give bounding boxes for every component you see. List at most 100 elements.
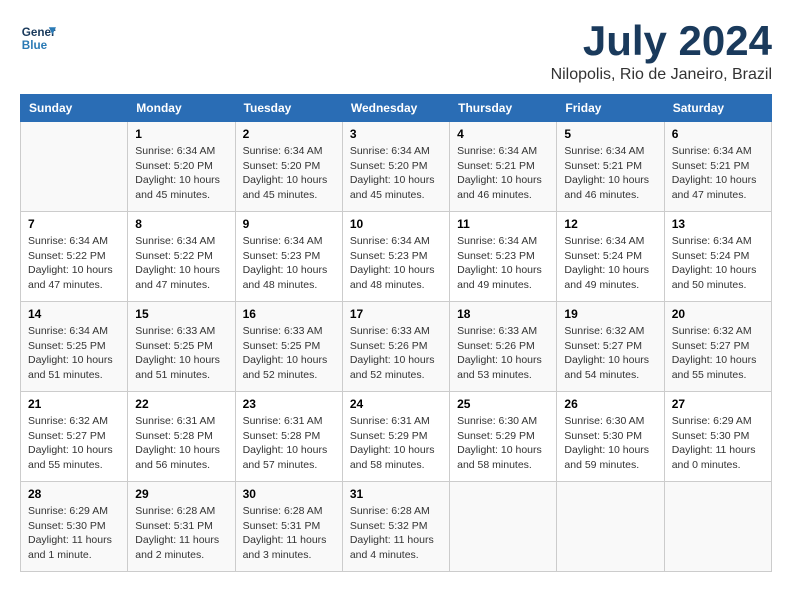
header-row: Sunday Monday Tuesday Wednesday Thursday… bbox=[21, 95, 772, 122]
calendar-cell: 24 Sunrise: 6:31 AMSunset: 5:29 PMDayligh… bbox=[342, 392, 449, 482]
day-number: 21 bbox=[28, 397, 120, 411]
day-info: Sunrise: 6:33 AMSunset: 5:25 PMDaylight:… bbox=[135, 324, 227, 383]
day-number: 24 bbox=[350, 397, 442, 411]
calendar-cell: 18Sunrise: 6:33 AMSunset: 5:26 PMDayligh… bbox=[450, 302, 557, 392]
calendar-cell bbox=[21, 122, 128, 212]
day-info: Sunrise: 6:33 AMSunset: 5:26 PMDaylight:… bbox=[350, 324, 442, 383]
day-number: 4 bbox=[457, 127, 549, 141]
day-number: 18 bbox=[457, 307, 549, 321]
col-friday: Friday bbox=[557, 95, 664, 122]
day-number: 22 bbox=[135, 397, 227, 411]
day-info: Sunrise: 6:31 AMSunset: 5:28 PMDaylight:… bbox=[243, 414, 335, 473]
calendar-week-1: 1 Sunrise: 6:34 AMSunset: 5:20 PMDaylight… bbox=[21, 122, 772, 212]
calendar-cell: 29 Sunrise: 6:28 AMSunset: 5:31 PMDayligh… bbox=[128, 482, 235, 572]
logo-icon: General Blue bbox=[20, 20, 56, 56]
day-info: Sunrise: 6:31 AMSunset: 5:29 PMDaylight:… bbox=[350, 414, 442, 473]
day-info: Sunrise: 6:34 AMSunset: 5:21 PMDaylight:… bbox=[672, 144, 764, 203]
calendar-cell: 13 Sunrise: 6:34 AMSunset: 5:24 PMDayligh… bbox=[664, 212, 771, 302]
calendar-cell: 5 Sunrise: 6:34 AMSunset: 5:21 PMDaylight… bbox=[557, 122, 664, 212]
day-number: 11 bbox=[457, 217, 549, 231]
day-info: Sunrise: 6:34 AMSunset: 5:22 PMDaylight:… bbox=[28, 234, 120, 293]
calendar-cell: 12 Sunrise: 6:34 AMSunset: 5:24 PMDayligh… bbox=[557, 212, 664, 302]
calendar-cell: 26Sunrise: 6:30 AMSunset: 5:30 PMDayligh… bbox=[557, 392, 664, 482]
calendar-cell bbox=[557, 482, 664, 572]
svg-text:Blue: Blue bbox=[22, 39, 48, 52]
page-header: General Blue General Blue July 2024 Nilo… bbox=[20, 20, 772, 84]
day-number: 12 bbox=[564, 217, 656, 231]
day-info: Sunrise: 6:34 AMSunset: 5:20 PMDaylight:… bbox=[350, 144, 442, 203]
day-number: 17 bbox=[350, 307, 442, 321]
calendar-cell: 25Sunrise: 6:30 AMSunset: 5:29 PMDayligh… bbox=[450, 392, 557, 482]
calendar-cell: 1 Sunrise: 6:34 AMSunset: 5:20 PMDaylight… bbox=[128, 122, 235, 212]
logo: General Blue General Blue bbox=[20, 20, 56, 56]
day-info: Sunrise: 6:33 AMSunset: 5:25 PMDaylight:… bbox=[243, 324, 335, 383]
calendar-cell: 30 Sunrise: 6:28 AMSunset: 5:31 PMDayligh… bbox=[235, 482, 342, 572]
location: Nilopolis, Rio de Janeiro, Brazil bbox=[551, 66, 772, 84]
calendar-cell: 9 Sunrise: 6:34 AMSunset: 5:23 PMDaylight… bbox=[235, 212, 342, 302]
day-info: Sunrise: 6:28 AMSunset: 5:31 PMDaylight:… bbox=[135, 504, 227, 563]
calendar-cell bbox=[664, 482, 771, 572]
day-number: 3 bbox=[350, 127, 442, 141]
day-info: Sunrise: 6:31 AMSunset: 5:28 PMDaylight:… bbox=[135, 414, 227, 473]
day-number: 6 bbox=[672, 127, 764, 141]
calendar-cell: 20 Sunrise: 6:32 AMSunset: 5:27 PMDayligh… bbox=[664, 302, 771, 392]
day-info: Sunrise: 6:28 AMSunset: 5:31 PMDaylight:… bbox=[243, 504, 335, 563]
day-number: 7 bbox=[28, 217, 120, 231]
day-number: 2 bbox=[243, 127, 335, 141]
calendar-cell: 7 Sunrise: 6:34 AMSunset: 5:22 PMDaylight… bbox=[21, 212, 128, 302]
day-info: Sunrise: 6:34 AMSunset: 5:24 PMDaylight:… bbox=[672, 234, 764, 293]
day-info: Sunrise: 6:30 AMSunset: 5:29 PMDaylight:… bbox=[457, 414, 549, 473]
day-number: 16 bbox=[243, 307, 335, 321]
calendar-cell: 21 Sunrise: 6:32 AMSunset: 5:27 PMDayligh… bbox=[21, 392, 128, 482]
day-number: 14 bbox=[28, 307, 120, 321]
col-monday: Monday bbox=[128, 95, 235, 122]
month-title: July 2024 bbox=[551, 20, 772, 62]
day-number: 23 bbox=[243, 397, 335, 411]
day-number: 1 bbox=[135, 127, 227, 141]
day-number: 20 bbox=[672, 307, 764, 321]
calendar-cell: 27Sunrise: 6:29 AMSunset: 5:30 PMDayligh… bbox=[664, 392, 771, 482]
day-number: 27 bbox=[672, 397, 764, 411]
calendar-cell: 16 Sunrise: 6:33 AMSunset: 5:25 PMDayligh… bbox=[235, 302, 342, 392]
day-number: 13 bbox=[672, 217, 764, 231]
day-info: Sunrise: 6:34 AMSunset: 5:23 PMDaylight:… bbox=[243, 234, 335, 293]
calendar-week-4: 21 Sunrise: 6:32 AMSunset: 5:27 PMDayligh… bbox=[21, 392, 772, 482]
day-number: 19 bbox=[564, 307, 656, 321]
day-info: Sunrise: 6:32 AMSunset: 5:27 PMDaylight:… bbox=[28, 414, 120, 473]
day-info: Sunrise: 6:34 AMSunset: 5:21 PMDaylight:… bbox=[564, 144, 656, 203]
day-number: 26 bbox=[564, 397, 656, 411]
day-info: Sunrise: 6:34 AMSunset: 5:23 PMDaylight:… bbox=[457, 234, 549, 293]
day-info: Sunrise: 6:34 AMSunset: 5:25 PMDaylight:… bbox=[28, 324, 120, 383]
day-info: Sunrise: 6:32 AMSunset: 5:27 PMDaylight:… bbox=[564, 324, 656, 383]
calendar-cell: 19 Sunrise: 6:32 AMSunset: 5:27 PMDayligh… bbox=[557, 302, 664, 392]
calendar-cell: 15 Sunrise: 6:33 AMSunset: 5:25 PMDayligh… bbox=[128, 302, 235, 392]
day-number: 29 bbox=[135, 487, 227, 501]
day-number: 9 bbox=[243, 217, 335, 231]
calendar-cell: 31 Sunrise: 6:28 AMSunset: 5:32 PMDayligh… bbox=[342, 482, 449, 572]
day-info: Sunrise: 6:32 AMSunset: 5:27 PMDaylight:… bbox=[672, 324, 764, 383]
calendar-cell: 17 Sunrise: 6:33 AMSunset: 5:26 PMDayligh… bbox=[342, 302, 449, 392]
day-number: 5 bbox=[564, 127, 656, 141]
day-info: Sunrise: 6:34 AMSunset: 5:20 PMDaylight:… bbox=[135, 144, 227, 203]
calendar-cell: 28Sunrise: 6:29 AMSunset: 5:30 PMDayligh… bbox=[21, 482, 128, 572]
calendar-cell: 4 Sunrise: 6:34 AMSunset: 5:21 PMDaylight… bbox=[450, 122, 557, 212]
col-sunday: Sunday bbox=[21, 95, 128, 122]
col-thursday: Thursday bbox=[450, 95, 557, 122]
day-number: 30 bbox=[243, 487, 335, 501]
col-saturday: Saturday bbox=[664, 95, 771, 122]
day-number: 31 bbox=[350, 487, 442, 501]
calendar-week-5: 28Sunrise: 6:29 AMSunset: 5:30 PMDayligh… bbox=[21, 482, 772, 572]
day-info: Sunrise: 6:34 AMSunset: 5:21 PMDaylight:… bbox=[457, 144, 549, 203]
day-info: Sunrise: 6:28 AMSunset: 5:32 PMDaylight:… bbox=[350, 504, 442, 563]
day-info: Sunrise: 6:34 AMSunset: 5:23 PMDaylight:… bbox=[350, 234, 442, 293]
day-info: Sunrise: 6:34 AMSunset: 5:24 PMDaylight:… bbox=[564, 234, 656, 293]
calendar-week-2: 7 Sunrise: 6:34 AMSunset: 5:22 PMDaylight… bbox=[21, 212, 772, 302]
day-number: 15 bbox=[135, 307, 227, 321]
day-info: Sunrise: 6:34 AMSunset: 5:22 PMDaylight:… bbox=[135, 234, 227, 293]
day-info: Sunrise: 6:34 AMSunset: 5:20 PMDaylight:… bbox=[243, 144, 335, 203]
calendar-cell: 6 Sunrise: 6:34 AMSunset: 5:21 PMDaylight… bbox=[664, 122, 771, 212]
day-number: 28 bbox=[28, 487, 120, 501]
calendar-cell: 11 Sunrise: 6:34 AMSunset: 5:23 PMDayligh… bbox=[450, 212, 557, 302]
calendar-week-3: 14 Sunrise: 6:34 AMSunset: 5:25 PMDayligh… bbox=[21, 302, 772, 392]
col-tuesday: Tuesday bbox=[235, 95, 342, 122]
